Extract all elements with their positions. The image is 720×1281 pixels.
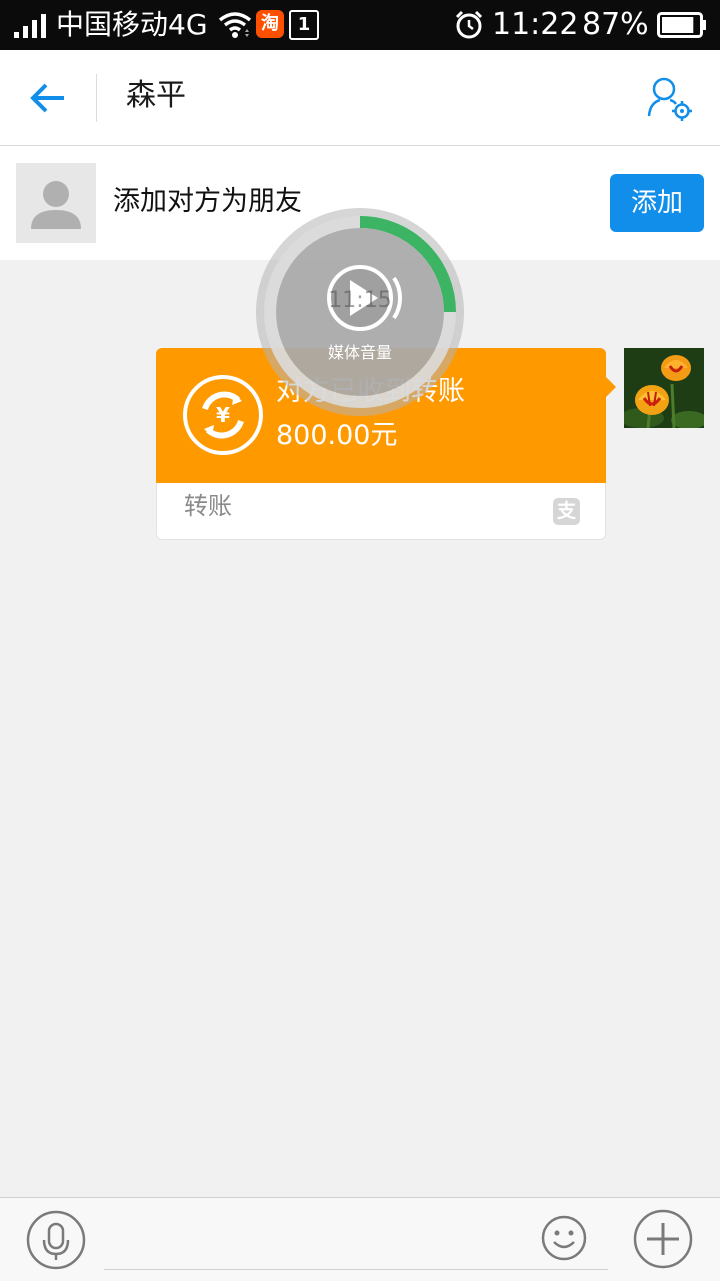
media-volume-label: 媒体音量	[327, 343, 392, 362]
carrier-label: 中国移动4G	[56, 8, 208, 41]
add-friend-button[interactable]: 添加	[610, 174, 704, 232]
battery-icon	[657, 12, 706, 38]
page-title: 森平	[126, 78, 186, 113]
user-settings-icon[interactable]	[644, 76, 696, 122]
plus-icon[interactable]	[633, 1209, 693, 1269]
transfer-type-label: 转账	[184, 492, 232, 520]
battery-percentage: 87%	[582, 7, 649, 42]
my-avatar[interactable]	[624, 348, 704, 428]
smiley-icon[interactable]	[540, 1214, 588, 1262]
media-volume-overlay: 11:15 媒体音量	[254, 206, 466, 418]
transfer-amount: 800.00元	[276, 420, 398, 451]
alipay-icon: 支	[553, 498, 580, 525]
yuan-exchange-icon: ¥	[183, 375, 263, 455]
tulip-avatar-image	[624, 348, 704, 428]
message-input[interactable]	[104, 1210, 608, 1270]
clock-time: 11:22	[492, 7, 579, 42]
bubble-tail	[605, 376, 616, 398]
sim-badge-icon: 1	[289, 10, 319, 40]
overlay-time: 11:15	[328, 288, 392, 313]
back-arrow-icon[interactable]	[22, 74, 72, 122]
taobao-notification-icon: 淘	[256, 10, 284, 38]
microphone-icon[interactable]	[26, 1210, 86, 1270]
contact-avatar[interactable]	[16, 163, 96, 243]
message-input-bar	[0, 1197, 720, 1281]
chat-header: 森平	[0, 50, 720, 146]
signal-icon	[14, 14, 46, 38]
status-bar: 中国移动4G 淘 1 11:22 87%	[0, 0, 720, 50]
alarm-clock-icon	[455, 10, 483, 39]
default-user-icon	[31, 181, 81, 229]
header-divider	[96, 74, 97, 122]
wifi-icon	[218, 12, 252, 38]
svg-text:¥: ¥	[216, 403, 230, 427]
